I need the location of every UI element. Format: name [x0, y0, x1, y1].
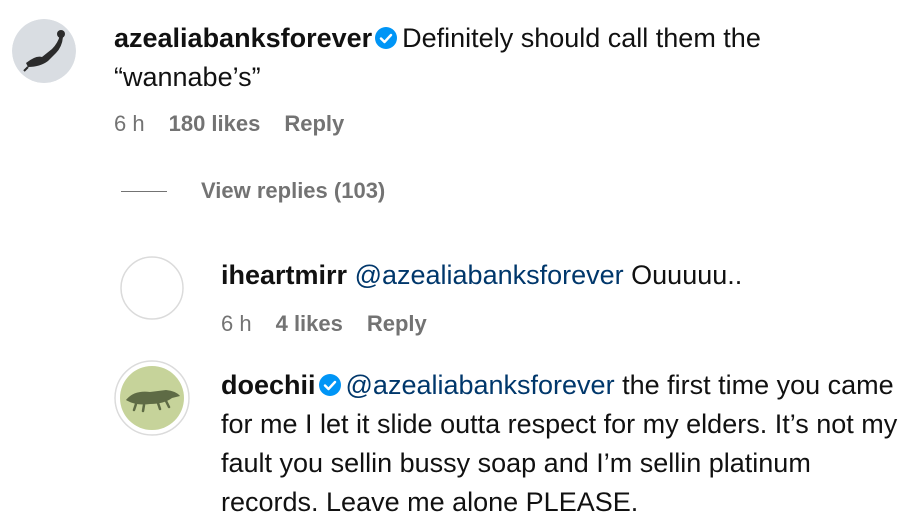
- comment-username[interactable]: iheartmirr: [221, 260, 347, 290]
- reply-button[interactable]: Reply: [284, 111, 344, 136]
- mention-link[interactable]: @azealiabanksforever: [346, 370, 615, 400]
- view-replies-button[interactable]: View replies (103): [121, 178, 385, 204]
- comment-meta: 6 h 180 likes Reply: [114, 111, 368, 137]
- empty-avatar-icon: [120, 256, 184, 320]
- mention-link[interactable]: @azealiabanksforever: [355, 260, 624, 290]
- avatar-iheartmirr[interactable]: [120, 256, 184, 320]
- comment-body: azealiabanksforever Definitely should cal…: [114, 19, 874, 97]
- avatar-azealiabanksforever[interactable]: [12, 19, 76, 83]
- comment-time: 6 h: [221, 311, 252, 336]
- comment-text: Ouuuuu..: [631, 260, 743, 290]
- reply-button[interactable]: Reply: [367, 311, 427, 336]
- likes-count[interactable]: 180 likes: [169, 111, 261, 136]
- comment-time: 6 h: [114, 111, 145, 136]
- likes-count[interactable]: 4 likes: [276, 311, 343, 336]
- comment-username[interactable]: doechii: [221, 370, 316, 400]
- verified-badge-icon: [375, 27, 398, 49]
- comment-body: iheartmirr @azealiabanksforever Ouuuuu..: [221, 256, 901, 295]
- verified-badge-icon: [318, 374, 341, 396]
- alligator-avatar-icon: [114, 360, 190, 436]
- divider-line: [121, 190, 167, 192]
- avatar-doechii[interactable]: [114, 360, 190, 436]
- view-replies-label: View replies (103): [201, 178, 386, 203]
- comment-meta: 6 h 4 likes Reply: [221, 311, 451, 337]
- comment-username[interactable]: azealiabanksforever: [114, 23, 372, 53]
- comment-body: doechii @azealiabanksforever the first ti…: [221, 366, 901, 522]
- profile-photo-icon: [12, 19, 76, 83]
